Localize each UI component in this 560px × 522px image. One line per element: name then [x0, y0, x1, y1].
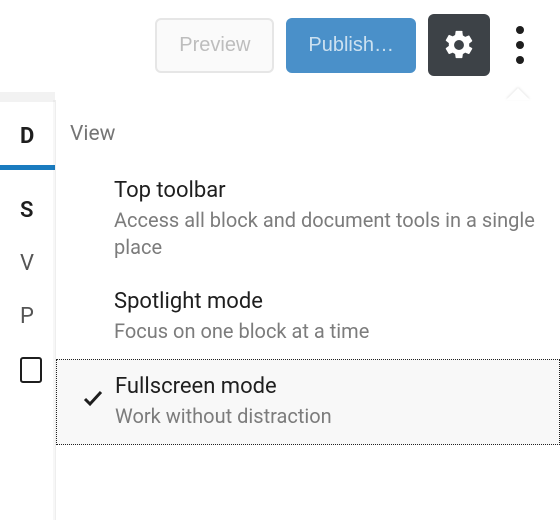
menu-item-title: Fullscreen mode: [115, 374, 545, 399]
check-column: [71, 374, 115, 410]
tab-document[interactable]: D: [0, 100, 55, 170]
settings-button[interactable]: [428, 14, 490, 76]
menu-item-desc: Work without distraction: [115, 403, 545, 430]
menu-item-spotlight-mode[interactable]: Spotlight mode Focus on one block at a t…: [56, 275, 560, 359]
publish-button[interactable]: Publish…: [286, 18, 416, 73]
check-column: [70, 289, 114, 301]
editor-toolbar: Preview Publish…: [0, 0, 560, 90]
check-column: [70, 178, 114, 190]
menu-item-desc: Access all block and document tools in a…: [114, 207, 546, 261]
gear-icon: [442, 28, 476, 62]
view-options-popover: View Top toolbar Access all block and do…: [55, 100, 560, 520]
menu-item-desc: Focus on one block at a time: [114, 318, 546, 345]
check-icon: [81, 386, 105, 410]
sidebar-row: S: [0, 170, 55, 223]
kebab-dot-icon: [516, 56, 524, 64]
sidebar-thumbnail-icon: [20, 357, 42, 383]
menu-item-title: Top toolbar: [114, 178, 546, 203]
sidebar-row: V: [0, 223, 55, 276]
popover-section-label: View: [56, 100, 560, 156]
kebab-dot-icon: [516, 41, 524, 49]
menu-item-top-toolbar[interactable]: Top toolbar Access all block and documen…: [56, 164, 560, 275]
view-menu: Top toolbar Access all block and documen…: [56, 156, 560, 445]
kebab-dot-icon: [516, 26, 524, 34]
sidebar-row: P: [0, 276, 55, 329]
sidebar-edge: D S V P: [0, 100, 55, 383]
preview-button[interactable]: Preview: [155, 18, 274, 73]
menu-item-title: Spotlight mode: [114, 289, 546, 314]
more-options-button[interactable]: [502, 14, 538, 76]
menu-item-fullscreen-mode[interactable]: Fullscreen mode Work without distraction: [56, 359, 560, 445]
